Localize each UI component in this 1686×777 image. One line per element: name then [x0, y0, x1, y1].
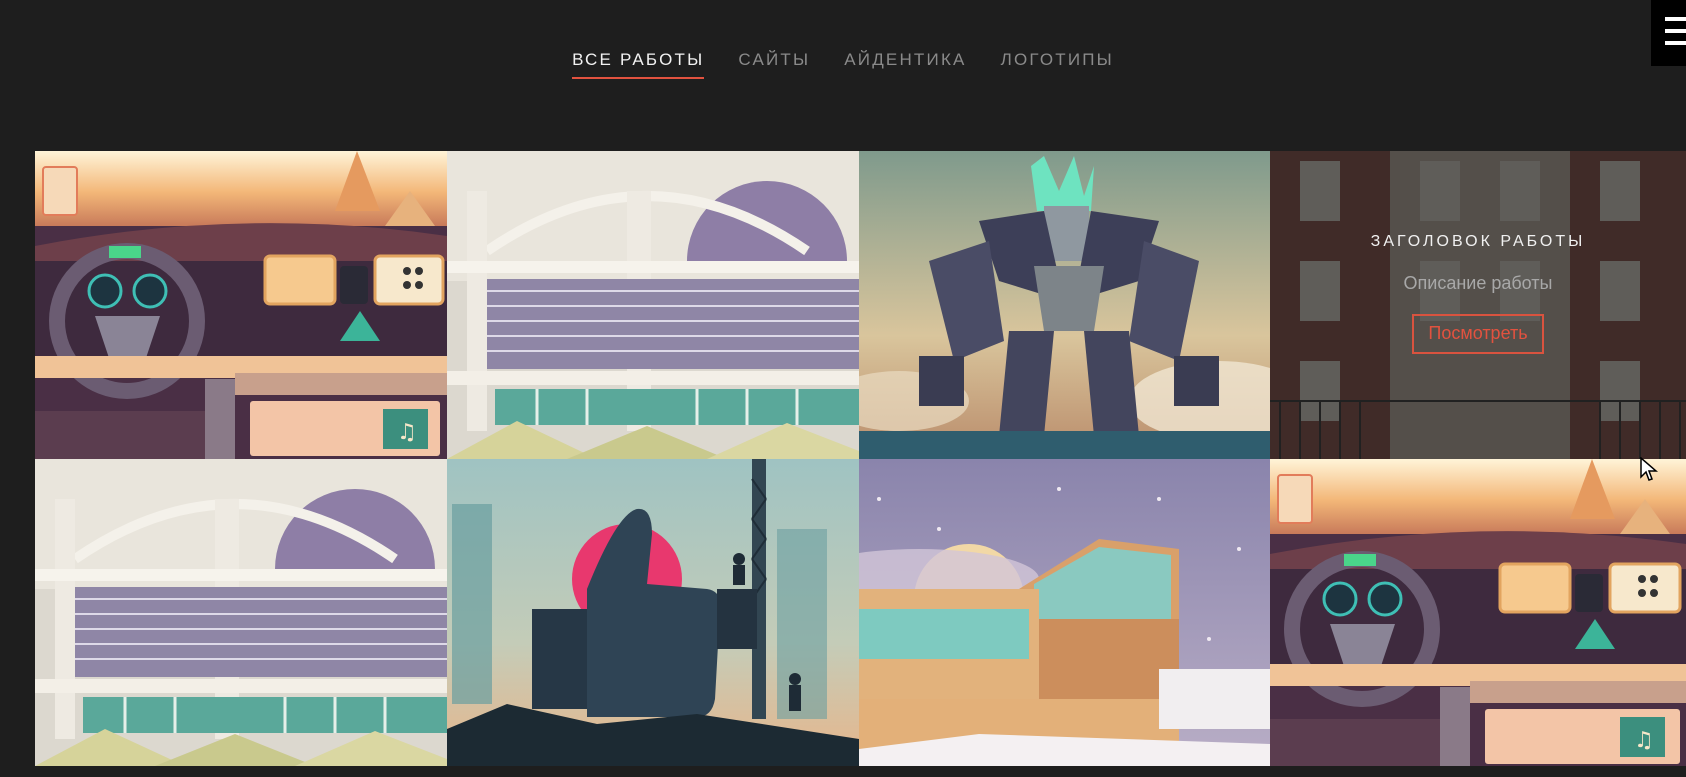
portfolio-tile-stadium[interactable]	[35, 459, 447, 766]
modern-building-illustration	[859, 459, 1270, 766]
svg-text:♫: ♫	[397, 420, 417, 445]
portfolio-filter-nav: ВСЕ РАБОТЫ САЙТЫ АЙДЕНТИКА ЛОГОТИПЫ	[0, 50, 1686, 79]
tile-hover-overlay: ЗАГОЛОВОК РАБОТЫ Описание работы Посмотр…	[1270, 151, 1686, 459]
filter-label: АЙДЕНТИКА	[844, 50, 967, 69]
car-dashboard-illustration: ♫	[35, 151, 447, 459]
filter-all-works[interactable]: ВСЕ РАБОТЫ	[572, 50, 705, 79]
filter-label: ЛОГОТИПЫ	[1000, 50, 1114, 69]
filter-label: САЙТЫ	[738, 50, 811, 69]
portfolio-grid: ♫ ЗАГОЛОВОК РАБОТЫ Описание работы Посмо…	[35, 151, 1686, 766]
filter-sites[interactable]: САЙТЫ	[738, 50, 810, 79]
portfolio-tile-car-dashboard[interactable]: ♫	[1270, 459, 1686, 766]
menu-button[interactable]	[1651, 0, 1686, 66]
portfolio-tile-robot[interactable]	[859, 151, 1270, 459]
svg-text:♫: ♫	[1634, 728, 1654, 753]
portfolio-tile-brick-building[interactable]: ЗАГОЛОВОК РАБОТЫ Описание работы Посмотр…	[1270, 151, 1686, 459]
filter-logos[interactable]: ЛОГОТИПЫ	[1001, 50, 1114, 79]
stadium-illustration	[35, 459, 447, 766]
portfolio-tile-stadium[interactable]	[447, 151, 859, 459]
robot-illustration	[859, 151, 1270, 459]
stadium-illustration	[447, 151, 859, 459]
portfolio-tile-modern-building[interactable]	[859, 459, 1270, 766]
work-title: ЗАГОЛОВОК РАБОТЫ	[1370, 233, 1586, 250]
active-filter-underline	[572, 77, 705, 79]
portfolio-tile-car-dashboard[interactable]: ♫	[35, 151, 447, 459]
mouse-cursor-icon	[1640, 457, 1658, 481]
work-description: Описание работы	[1403, 273, 1553, 293]
thumbs-up-illustration	[447, 459, 859, 766]
filter-label: ВСЕ РАБОТЫ	[572, 50, 705, 69]
car-dashboard-illustration: ♫	[1270, 459, 1686, 766]
filter-identity[interactable]: АЙДЕНТИКА	[844, 50, 966, 79]
view-work-button[interactable]: Посмотреть	[1412, 314, 1544, 354]
portfolio-tile-thumbs-up[interactable]	[447, 459, 859, 766]
